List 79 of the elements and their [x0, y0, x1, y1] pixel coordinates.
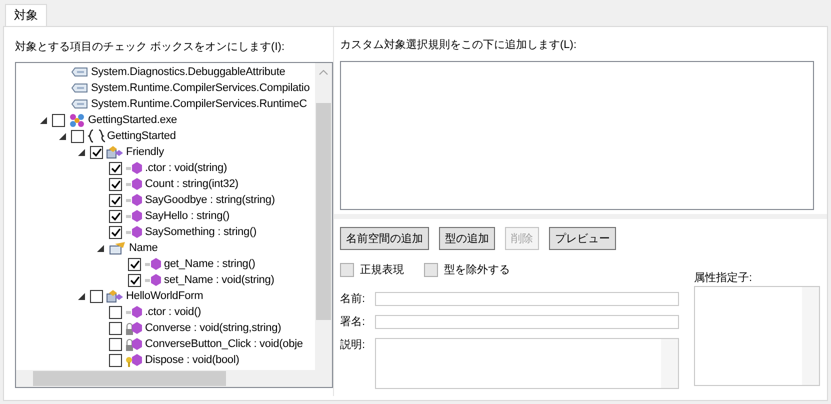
- tree-item-label[interactable]: Converse : void(string,string): [145, 322, 282, 334]
- tree-item-label[interactable]: Friendly: [126, 146, 164, 158]
- tree-view[interactable]: [15, 62, 333, 388]
- tree-label: 対象とする項目のチェック ボックスをオンにします(I):: [15, 40, 284, 54]
- lock-method-icon: [125, 321, 143, 335]
- tree-item-label[interactable]: Name: [129, 242, 158, 254]
- property-icon: [109, 241, 127, 255]
- checkbox[interactable]: [109, 322, 122, 334]
- class-icon: [106, 145, 124, 159]
- tree-item-label[interactable]: ConverseButton_Click : void(obje: [145, 338, 303, 350]
- button[interactable]: プレビュー: [549, 227, 616, 250]
- checkbox[interactable]: [109, 194, 122, 206]
- checkbox[interactable]: [90, 290, 103, 302]
- tree-item-label[interactable]: Dispose : void(bool): [145, 354, 240, 366]
- option-label: 型を除外する: [444, 263, 510, 277]
- tree-item-label[interactable]: SaySomething : string(): [145, 226, 256, 238]
- tree-item-label[interactable]: GettingStarted.exe: [88, 114, 178, 126]
- method-icon: [125, 193, 143, 207]
- field-label: 説明:: [340, 338, 366, 353]
- rules-label: カスタム対象選択規則をこの下に追加します(L):: [340, 38, 576, 52]
- attributes-label: 属性指定子:: [694, 271, 752, 285]
- button[interactable]: 名前空間の追加: [340, 227, 429, 250]
- checkbox[interactable]: [90, 146, 103, 158]
- checkbox[interactable]: [109, 338, 122, 350]
- method-icon: [125, 209, 143, 223]
- expander-icon[interactable]: [40, 116, 47, 124]
- tree-item-label[interactable]: System.Diagnostics.DebuggableAttribute: [91, 66, 286, 78]
- method-icon: [144, 257, 162, 271]
- tree-item-label[interactable]: .ctor : void(string): [145, 162, 227, 174]
- expander-icon[interactable]: [59, 132, 66, 140]
- expander-icon[interactable]: [78, 292, 85, 300]
- scrollbar-thumb[interactable]: [33, 371, 226, 386]
- checkbox[interactable]: [109, 354, 122, 366]
- method-icon: [125, 225, 143, 239]
- tree-item-label[interactable]: SayGoodbye : string(string): [145, 194, 275, 206]
- class-icon: [106, 289, 124, 303]
- tree-item-label[interactable]: set_Name : void(string): [164, 274, 274, 286]
- tree-item-label[interactable]: get_Name : string(): [164, 258, 256, 270]
- tree-item-label[interactable]: System.Runtime.CompilerServices.RuntimeC: [91, 98, 307, 110]
- checkbox[interactable]: [424, 263, 438, 277]
- checkbox[interactable]: [71, 130, 84, 142]
- tree-item-label[interactable]: HelloWorldForm: [126, 290, 204, 302]
- vertical-scrollbar[interactable]: [315, 63, 332, 371]
- braces-icon: [87, 129, 105, 143]
- field-label: 署名:: [340, 315, 366, 329]
- method-icon: [144, 273, 162, 287]
- attribute-tag-icon: [71, 97, 89, 111]
- method-icon: [125, 305, 143, 319]
- field-label: 名前:: [340, 292, 366, 306]
- method-icon: [125, 177, 143, 191]
- scrollbar-thumb[interactable]: [316, 103, 331, 320]
- checkbox[interactable]: [109, 162, 122, 174]
- attribute-tag-icon: [71, 81, 89, 95]
- tree-item-label[interactable]: Count : string(int32): [145, 178, 238, 190]
- tree-item-label[interactable]: .ctor : void(): [145, 306, 201, 318]
- lock-method-icon: [125, 337, 143, 351]
- checkbox[interactable]: [128, 274, 141, 286]
- assembly-icon: [68, 113, 86, 127]
- expander-icon[interactable]: [78, 148, 85, 156]
- checkbox[interactable]: [340, 263, 354, 277]
- button[interactable]: 型の追加: [439, 227, 495, 250]
- tab[interactable]: 対象: [5, 4, 47, 26]
- tree-item-label[interactable]: System.Runtime.CompilerServices.Compilatio: [91, 82, 310, 94]
- method-icon: [125, 161, 143, 175]
- checkbox[interactable]: [109, 226, 122, 238]
- key-method-icon: [125, 353, 143, 367]
- attribute-tag-icon: [71, 65, 89, 79]
- option-label: 正規表現: [360, 263, 404, 277]
- tree-item-label[interactable]: SayHello : string(): [145, 210, 230, 222]
- checkbox[interactable]: [109, 178, 122, 190]
- tree-item-label[interactable]: GettingStarted: [107, 130, 176, 142]
- checkbox[interactable]: [109, 306, 122, 318]
- checkbox[interactable]: [52, 114, 65, 126]
- input-field[interactable]: [375, 315, 679, 329]
- horizontal-scrollbar[interactable]: [16, 370, 315, 387]
- expander-icon[interactable]: [97, 244, 104, 252]
- input-field[interactable]: [375, 292, 679, 306]
- checkbox[interactable]: [128, 258, 141, 270]
- checkbox[interactable]: [109, 210, 122, 222]
